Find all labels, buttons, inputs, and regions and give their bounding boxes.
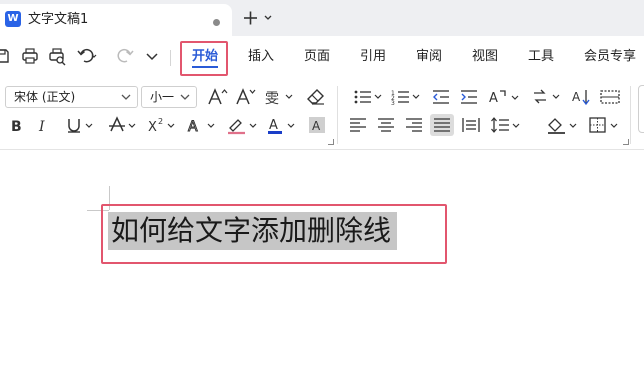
new-tab-button[interactable] [241,8,275,28]
show-hide-marks-icon[interactable] [599,87,621,107]
menu-tab-member[interactable]: 会员专享 [584,48,636,66]
menu-tab-insert[interactable]: 插入 [248,48,274,66]
more-chevron-icon[interactable] [142,46,162,66]
underline-icon[interactable] [63,115,95,135]
menu-divider [170,50,171,66]
highlight-color-icon[interactable] [225,115,259,135]
clear-format-eraser-icon[interactable] [305,87,327,107]
unsaved-dot-icon[interactable] [213,19,220,26]
chevron-down-icon [180,94,190,100]
writer-logo-icon: W [5,11,21,27]
shading-fill-icon[interactable] [545,115,579,135]
paragraph-dialog-launcher-icon[interactable] [623,139,629,145]
plus-icon [244,11,272,25]
styles-gallery-edge[interactable] [638,85,644,133]
distributed-align-icon[interactable] [460,115,482,135]
print-preview-icon[interactable] [47,46,67,66]
align-right-icon[interactable] [403,115,425,135]
align-center-icon[interactable] [375,115,397,135]
menu-tab-references[interactable]: 引用 [360,48,386,66]
borders-icon[interactable] [588,115,620,135]
numbered-list-icon[interactable]: 123 [390,87,422,107]
menu-tab-view[interactable]: 视图 [472,48,498,66]
font-dialog-launcher-icon[interactable] [328,139,334,145]
text-effect-icon[interactable]: A [185,115,217,135]
menu-tab-tools[interactable]: 工具 [528,48,554,66]
character-shading-icon[interactable]: A [306,115,328,135]
svg-text:2: 2 [158,117,163,126]
font-name-select[interactable]: 宋体 (正文) [5,86,138,108]
menu-tab-page[interactable]: 页面 [304,48,330,66]
bullet-list-icon[interactable] [352,87,384,107]
redo-icon[interactable] [115,46,135,66]
font-color-icon[interactable]: A [265,115,297,135]
save-icon[interactable] [0,46,12,66]
svg-text:I: I [38,119,45,135]
undo-icon[interactable] [76,46,98,66]
svg-text:A: A [312,119,321,133]
font-size-select[interactable]: 小一 [141,86,197,108]
svg-text:A: A [188,119,198,135]
svg-text:3: 3 [391,100,395,107]
increase-indent-icon[interactable] [458,87,480,107]
document-tab[interactable]: W 文字文稿1 [0,4,232,36]
selected-text-highlight-box [101,204,447,264]
sort-icon[interactable]: A [571,87,593,107]
phonetic-guide-icon[interactable]: 雯 [263,87,295,107]
italic-icon[interactable]: I [33,115,55,135]
chinese-layout-icon[interactable] [530,87,562,107]
svg-text:A: A [489,91,498,106]
increase-font-size-icon[interactable] [206,87,228,107]
font-size-value: 小一 [150,90,175,104]
svg-text:A: A [269,118,278,133]
svg-text:A: A [572,90,581,104]
decrease-font-size-icon[interactable] [234,87,256,107]
strikethrough-icon[interactable] [106,115,138,135]
menu-tab-review[interactable]: 审阅 [416,48,442,66]
ribbon-menu-row: 开始 插入 页面 引用 审阅 视图 工具 会员专享 [0,36,644,78]
document-tab-title: 文字文稿1 [28,12,89,27]
align-left-icon[interactable] [347,115,369,135]
svg-text:X: X [148,120,157,135]
toolbar-group-divider [337,86,338,144]
superscript-icon[interactable]: X 2 [145,115,177,135]
tab-strip: W 文字文稿1 [0,0,644,36]
print-icon[interactable] [20,46,40,66]
line-spacing-icon[interactable] [490,115,522,135]
text-direction-icon[interactable]: A [487,87,521,107]
decrease-indent-icon[interactable] [430,87,452,107]
home-tab-highlight-box [180,41,228,76]
chevron-down-icon [121,94,131,100]
toolbar-group-divider [630,86,631,144]
font-name-value: 宋体 (正文) [14,90,76,104]
svg-text:B: B [11,119,22,135]
svg-text:雯: 雯 [265,91,279,107]
justify-icon[interactable] [430,114,454,136]
bold-icon[interactable]: B [6,115,28,135]
